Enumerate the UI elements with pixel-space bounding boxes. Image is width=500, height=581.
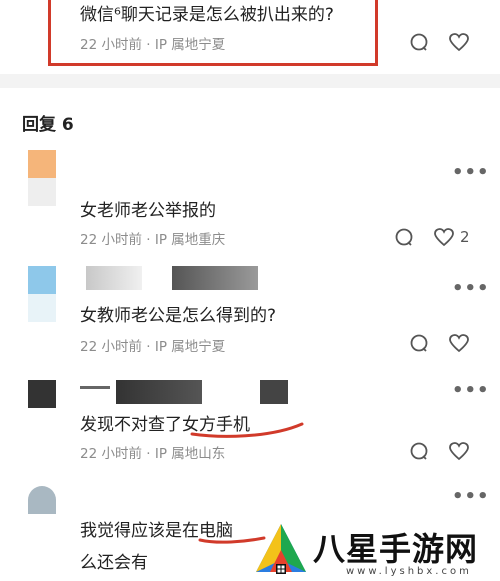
- comment-icon[interactable]: [409, 32, 429, 52]
- brand-url: www.lyshbx.com: [346, 566, 472, 577]
- heart-icon[interactable]: [433, 227, 455, 247]
- watermark-logo: 八星手游网 www.lyshbx.com: [250, 518, 500, 581]
- avatar[interactable]: [28, 150, 56, 178]
- blurred-username: [172, 266, 258, 290]
- comment-icon[interactable]: [409, 333, 429, 353]
- question-card: 微信⁶聊天记录是怎么被扒出来的? 22 小时前 · IP 属地宁夏: [0, 0, 500, 74]
- comment-meta: 22 小时前 · IP 属地重庆: [80, 232, 226, 248]
- brand-name: 八星手游网: [313, 530, 479, 568]
- question-text: 微信⁶聊天记录是怎么被扒出来的?: [80, 5, 334, 25]
- blurred-username: [116, 380, 202, 404]
- blurred-username: [80, 386, 110, 389]
- brand-logo-icon: [256, 524, 306, 574]
- more-icon[interactable]: •••: [452, 162, 490, 183]
- avatar-blur: [28, 294, 56, 322]
- comment-icon[interactable]: [394, 227, 414, 247]
- comment-text-continued: 么还会有: [80, 553, 148, 573]
- comment-meta: 22 小时前 · IP 属地宁夏: [80, 339, 226, 355]
- comment-meta: 22 小时前 · IP 属地山东: [80, 446, 226, 462]
- avatar-blur: [28, 178, 56, 206]
- comment-text: 女教师老公是怎么得到的?: [80, 306, 277, 326]
- heart-icon[interactable]: [448, 333, 470, 353]
- comment-icon[interactable]: [409, 441, 429, 461]
- question-meta: 22 小时前 · IP 属地宁夏: [80, 37, 226, 53]
- heart-icon[interactable]: [448, 32, 470, 52]
- like-count: 2: [460, 228, 470, 246]
- avatar[interactable]: [28, 380, 56, 408]
- blurred-username: [260, 380, 288, 404]
- more-icon[interactable]: •••: [452, 380, 490, 401]
- underline-annotation: [190, 422, 304, 438]
- comment-text: 女老师老公举报的: [80, 201, 216, 221]
- replies-header: 回复 6: [22, 115, 74, 135]
- more-icon[interactable]: •••: [452, 278, 490, 299]
- heart-icon[interactable]: [448, 441, 470, 461]
- section-divider: [0, 74, 500, 88]
- blurred-username: [86, 266, 142, 290]
- avatar[interactable]: [28, 266, 56, 294]
- avatar[interactable]: [28, 486, 56, 514]
- more-icon[interactable]: •••: [452, 486, 490, 507]
